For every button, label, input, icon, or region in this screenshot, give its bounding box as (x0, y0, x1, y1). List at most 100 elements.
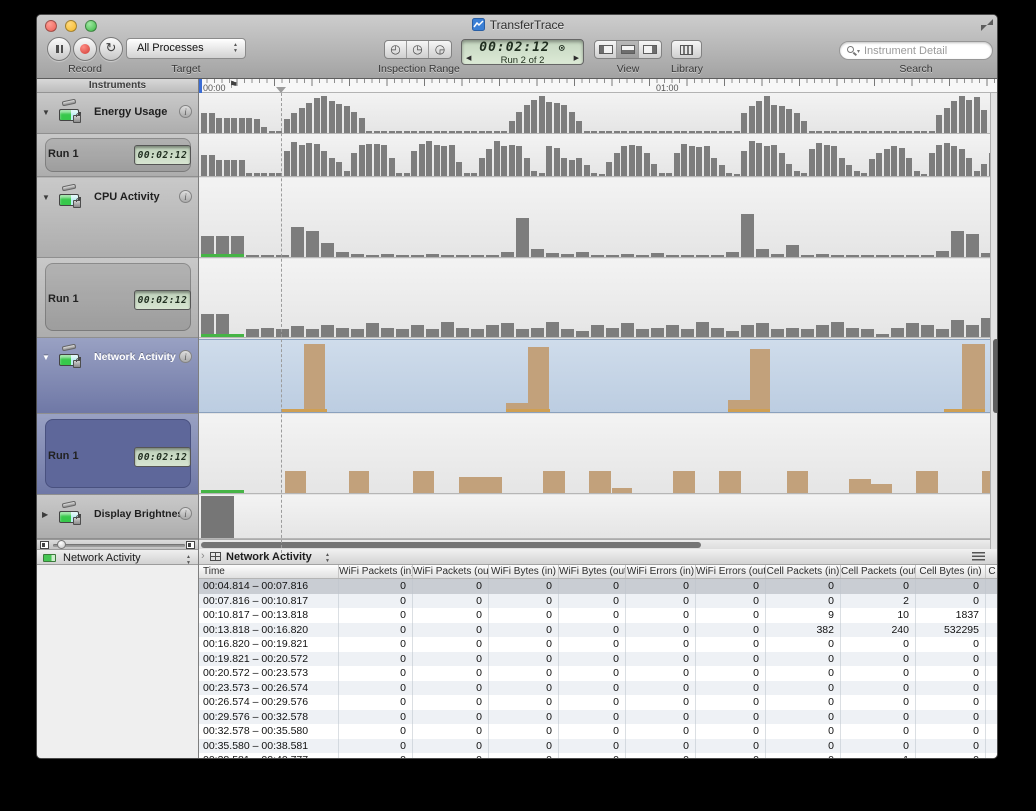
table-row[interactable]: 00:07.816 – 00:10.817000000020 (199, 594, 998, 609)
track-net-run[interactable] (199, 414, 990, 494)
column-header[interactable]: WiFi Bytes (out) (559, 565, 626, 578)
inspection-range-end-button[interactable]: ◶ (429, 41, 451, 58)
track-bar (787, 471, 808, 493)
view-bottom-pane-button[interactable] (617, 41, 639, 58)
prev-run-button[interactable]: ◀ (466, 54, 471, 62)
track-bar (516, 218, 529, 257)
table-row[interactable]: 00:23.573 – 00:26.574000000000 (199, 681, 998, 696)
vertical-scrollbar[interactable] (990, 93, 998, 549)
track-cpu-run[interactable] (199, 259, 990, 338)
info-icon[interactable]: i (179, 105, 192, 118)
view-right-pane-button[interactable] (639, 41, 661, 58)
column-header[interactable]: Time (199, 565, 339, 578)
record-button[interactable] (73, 37, 97, 61)
info-icon[interactable]: i (179, 507, 192, 520)
fullscreen-icon[interactable] (981, 19, 993, 31)
zoom-slider-knob[interactable] (57, 540, 66, 549)
zoom-in-icon (186, 541, 195, 549)
pause-button[interactable] (47, 37, 71, 61)
track-bar (516, 112, 522, 133)
value-cell: 0 (413, 724, 489, 739)
search-input[interactable]: ▾ Instrument Detail (839, 41, 993, 60)
table-row[interactable]: 00:10.817 – 00:13.8180000009101837 (199, 608, 998, 623)
column-header[interactable]: WiFi Errors (out) (696, 565, 766, 578)
track-energy-main[interactable] (199, 93, 990, 134)
column-header[interactable]: Cell Packets (in) (766, 565, 841, 578)
track-zoom-slider-row (37, 539, 198, 549)
run-row-cpu[interactable]: Run 1 00:02:12 (37, 258, 198, 338)
table-row[interactable]: 00:29.576 – 00:32.578000000000 (199, 710, 998, 725)
run-row-energy[interactable]: Run 1 00:02:12 (37, 134, 198, 177)
value-cell: 0 (841, 710, 916, 725)
track-bar (396, 173, 402, 176)
loop-button[interactable]: ↻ (99, 37, 123, 61)
breadcrumb[interactable]: Network Activity (226, 551, 312, 563)
column-header[interactable]: WiFi Errors (in) (626, 565, 696, 578)
table-row[interactable]: 00:26.574 – 00:29.576000000000 (199, 695, 998, 710)
inspection-range-both-button[interactable]: ◷ (407, 41, 429, 58)
table-row[interactable]: 00:13.818 – 00:16.820000000382240532295 (199, 623, 998, 638)
table-row[interactable]: 00:35.580 – 00:38.581000000000 (199, 739, 998, 754)
strategy-select[interactable]: Network Activity ▲▼ (37, 549, 198, 565)
track-bar (861, 329, 874, 337)
table-row[interactable]: 00:20.572 – 00:23.573000000000 (199, 666, 998, 681)
track-bar (269, 173, 275, 176)
track-bar (261, 255, 274, 257)
value-cell: 0 (696, 579, 766, 594)
zoom-slider[interactable] (53, 544, 185, 547)
column-header[interactable]: C (986, 565, 998, 578)
run-label: Run 1 (48, 293, 79, 305)
track-bar (849, 479, 871, 493)
track-bar (366, 131, 372, 133)
popup-arrows-icon[interactable]: ▲▼ (323, 552, 332, 564)
value-cell: 0 (559, 724, 626, 739)
column-header[interactable]: WiFi Bytes (in) (489, 565, 559, 578)
track-energy-run[interactable] (199, 134, 990, 177)
flag-icon[interactable]: ⚑ (229, 80, 238, 92)
track-cpu-main[interactable] (199, 178, 990, 258)
table-row[interactable]: 00:04.814 – 00:07.816000000000 (199, 579, 998, 594)
track-bar (779, 153, 785, 176)
horizontal-scrollbar[interactable] (199, 539, 990, 549)
track-bar (366, 255, 379, 257)
track-bar (629, 131, 635, 133)
column-header[interactable]: WiFi Packets (out) (413, 565, 489, 578)
track-bar (419, 131, 425, 133)
column-header[interactable]: Cell Bytes (in) (916, 565, 986, 578)
library-button[interactable] (671, 40, 702, 59)
track-bar (614, 131, 620, 133)
disclosure-triangle-icon[interactable]: ▼ (42, 353, 50, 362)
track-bar (681, 131, 687, 133)
horizontal-scrollbar-thumb[interactable] (201, 542, 701, 548)
track-display-brightness[interactable] (199, 495, 990, 539)
column-header[interactable]: Cell Packets (out) (841, 565, 916, 578)
table-row[interactable]: 00:32.578 – 00:35.580000000000 (199, 724, 998, 739)
track-bar (741, 151, 747, 176)
column-header[interactable]: WiFi Packets (in) (339, 565, 413, 578)
inspection-range-start-button[interactable]: ◴ (385, 41, 407, 58)
instrument-row-energy-usage[interactable]: ▼ Energy Usage i (37, 93, 198, 134)
table-row[interactable]: 00:19.821 – 00:20.572000000000 (199, 652, 998, 667)
value-cell: 0 (696, 753, 766, 759)
target-popup[interactable]: All Processes ▲▼ (126, 38, 246, 59)
run-row-network[interactable]: Run 1 00:02:12 (37, 414, 198, 495)
track-area: ⚑ 00:0001:00 (199, 79, 998, 549)
next-run-button[interactable]: ▶ (574, 54, 579, 62)
info-icon[interactable]: i (179, 350, 192, 363)
instrument-row-display-brightness[interactable]: ▶ Display Brightness i (37, 495, 198, 539)
value-cell: 0 (841, 724, 916, 739)
table-row[interactable]: 00:16.820 – 00:19.821000000000 (199, 637, 998, 652)
instrument-row-cpu-activity[interactable]: ▼ CPU Activity i (37, 178, 198, 258)
view-left-pane-button[interactable] (595, 41, 617, 58)
table-row[interactable]: 00:38.581 – 00:40.777000000010 (199, 753, 998, 759)
info-icon[interactable]: i (179, 190, 192, 203)
vertical-scrollbar-thumb[interactable] (993, 339, 999, 413)
disclosure-triangle-icon[interactable]: ▶ (42, 510, 48, 519)
disclosure-triangle-icon[interactable]: ▼ (42, 108, 50, 117)
track-bar (276, 329, 289, 337)
disclosure-triangle-icon[interactable]: ▼ (42, 193, 50, 202)
timeline-ruler[interactable]: ⚑ 00:0001:00 (199, 79, 998, 93)
instrument-row-network-activity[interactable]: ▼ Network Activity i (37, 338, 198, 414)
track-net-main[interactable] (199, 339, 990, 413)
action-menu-icon[interactable] (972, 552, 985, 561)
